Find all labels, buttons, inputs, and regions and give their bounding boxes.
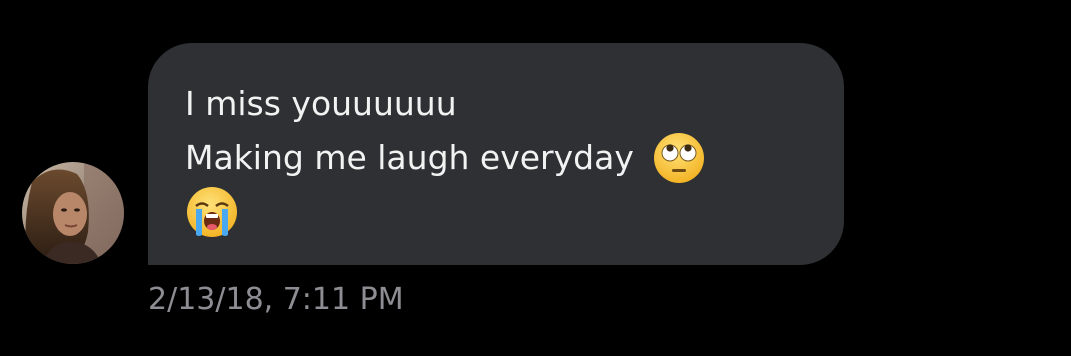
message-line-2: Making me laugh everyday: [185, 131, 810, 185]
face-with-rolling-eyes-icon: [652, 131, 706, 185]
message-text-line-1: I miss youuuuuu: [185, 84, 457, 123]
loudly-crying-face-icon: [185, 185, 239, 239]
message-timestamp: 2/13/18, 7:11 PM: [148, 282, 404, 317]
message-text-line-2: Making me laugh everyday: [185, 138, 634, 177]
message-line-3: [185, 185, 810, 239]
message-line-1: I miss youuuuuu: [185, 77, 810, 131]
avatar-photo-icon: [22, 162, 124, 264]
incoming-message-bubble[interactable]: I miss youuuuuu Making me laugh everyday: [148, 43, 844, 265]
chat-view: I miss youuuuuu Making me laugh everyday: [0, 0, 1071, 356]
sender-avatar[interactable]: [22, 162, 124, 264]
